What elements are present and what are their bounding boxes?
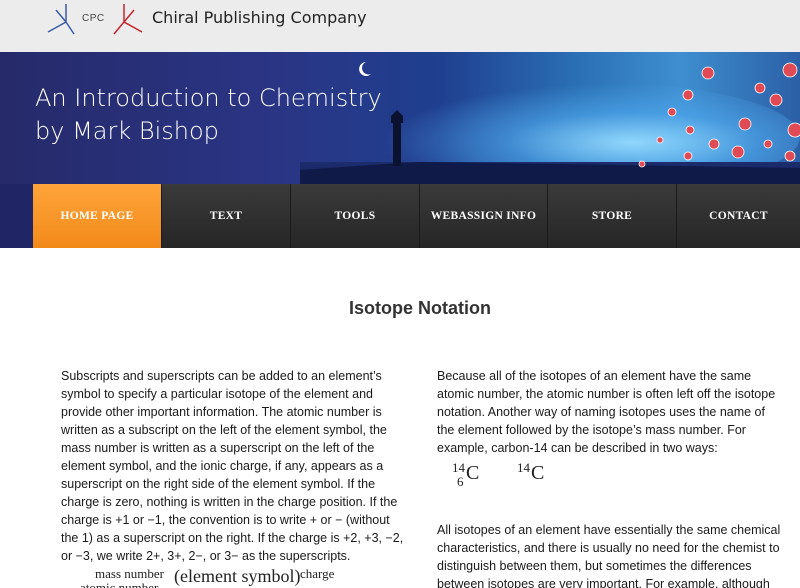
isotope-intro-paragraph: Subscripts and superscripts can be added…	[61, 369, 404, 563]
naming-isotopes-paragraph: Because all of the isotopes of an elemen…	[437, 369, 776, 455]
isotope2-mass: 14	[517, 460, 530, 475]
nav-tools[interactable]: TOOLS	[291, 184, 420, 248]
isotope2-symbol: C	[531, 462, 545, 484]
company-name[interactable]: Chiral Publishing Company	[152, 8, 367, 27]
banner-title-line1: An Introduction to Chemistry	[35, 84, 382, 112]
brand-bar: CPC Chiral Publishing Company	[0, 0, 800, 52]
isotope1-atomic: 6	[457, 474, 464, 489]
main-nav: HOME PAGE TEXT TOOLS WEBASSIGN INFO STOR…	[0, 184, 800, 248]
nav-store[interactable]: STORE	[548, 184, 677, 248]
isotope-example-1: 14 6 C	[452, 458, 492, 489]
nav-webassign-info[interactable]: WEBASSIGN INFO	[420, 184, 548, 248]
page-title: Isotope Notation	[349, 298, 491, 318]
moon-icon	[359, 62, 371, 76]
nav-text[interactable]: TEXT	[162, 184, 291, 248]
left-column: Subscripts and superscripts can be added…	[61, 367, 406, 565]
nav-contact[interactable]: CONTACT	[677, 184, 800, 248]
banner-title: An Introduction to Chemistry by Mark Bis…	[35, 82, 382, 148]
logo-text: CPC	[82, 13, 105, 24]
lighthouse-icon	[393, 122, 401, 166]
notation-atomic-number: atomic number	[80, 580, 159, 588]
nav-bar: HOME PAGE TEXT TOOLS WEBASSIGN INFO STOR…	[33, 184, 800, 248]
isotope1-symbol: C	[466, 462, 480, 484]
hero-banner: An Introduction to Chemistry by Mark Bis…	[0, 52, 800, 184]
molecule-icons	[638, 62, 800, 168]
notation-element-symbol: (element symbol)	[174, 566, 301, 586]
banner-title-line2: by Mark Bishop	[35, 117, 219, 145]
nav-home-page[interactable]: HOME PAGE	[33, 184, 162, 248]
isotope-characteristics-paragraph: All isotopes of an element have essentia…	[437, 523, 781, 588]
isotope-example-2: 14 C	[517, 458, 557, 488]
cpc-logo[interactable]: CPC	[44, 2, 149, 38]
notation-charge: charge	[300, 566, 335, 581]
